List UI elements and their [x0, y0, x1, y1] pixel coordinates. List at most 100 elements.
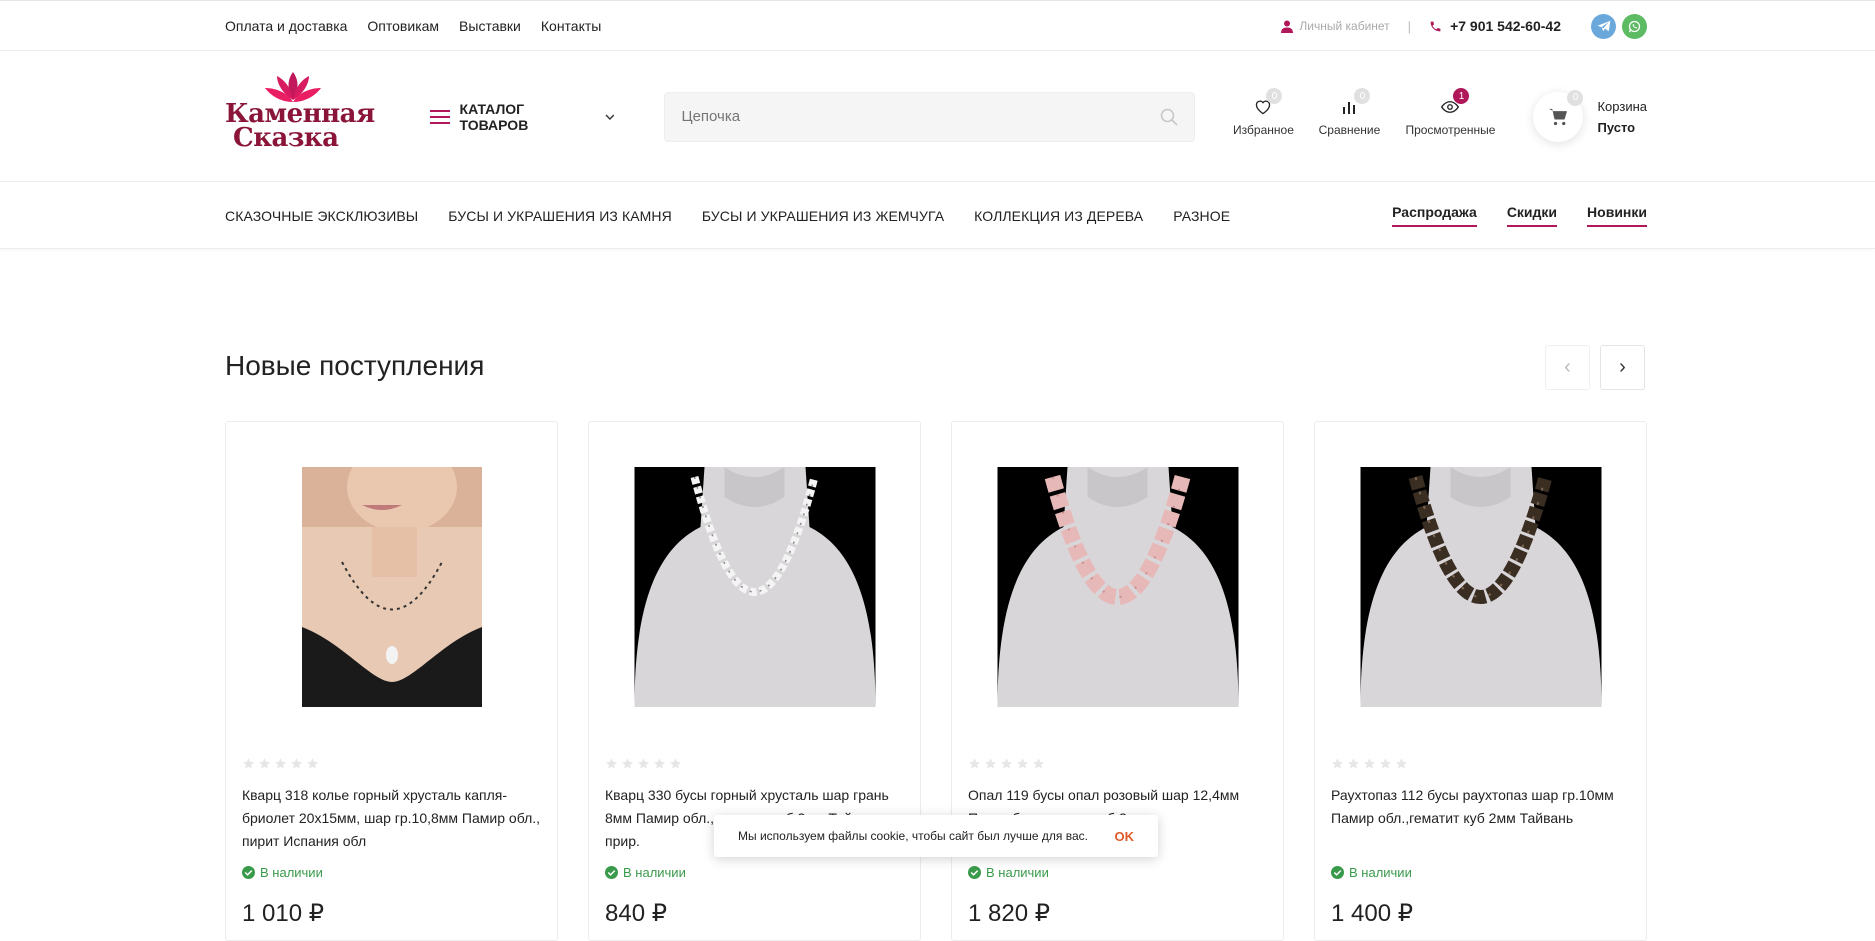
cart-icon — [1549, 108, 1568, 125]
user-icon — [1281, 20, 1294, 33]
cookie-ok-button[interactable]: OK — [1115, 829, 1135, 844]
link-delivery[interactable]: Оплата и доставка — [225, 18, 347, 34]
product-name[interactable]: Кварц 318 колье горный хрусталь капля-бр… — [242, 784, 541, 853]
star-icon — [275, 758, 286, 769]
site-logo[interactable]: Каменная Сказка — [225, 70, 378, 160]
divider: | — [1407, 18, 1412, 34]
star-icon — [670, 758, 681, 769]
nav-exclusives[interactable]: СКАЗОЧНЫЕ ЭКСКЛЮЗИВЫ — [225, 208, 418, 224]
stock-status: В наличии — [968, 865, 1049, 880]
star-icon — [291, 758, 302, 769]
product-card[interactable]: Опал 119 бусы опал розовый шар 12,4мм Пе… — [951, 421, 1284, 941]
catalog-button[interactable]: КАТАЛОГ ТОВАРОВ — [429, 100, 615, 133]
star-icon — [606, 758, 617, 769]
product-card[interactable]: Раухтопаз 112 бусы раухтопаз шар гр.10мм… — [1314, 421, 1647, 941]
product-card[interactable]: Кварц 318 колье горный хрусталь капля-бр… — [225, 421, 558, 941]
star-icon — [1332, 758, 1343, 769]
chevron-down-icon — [605, 114, 614, 120]
main-nav: СКАЗОЧНЫЕ ЭКСКЛЮЗИВЫ БУСЫ И УКРАШЕНИЯ ИЗ… — [0, 182, 1875, 249]
compare-label: Сравнение — [1318, 123, 1381, 137]
nav-new[interactable]: Новинки — [1587, 204, 1647, 227]
product-image[interactable] — [634, 467, 875, 707]
search-icon[interactable] — [1160, 108, 1179, 126]
star-icon — [1348, 758, 1359, 769]
check-circle-icon — [242, 866, 255, 879]
link-wholesale[interactable]: Оптовикам — [367, 18, 439, 34]
stock-label: В наличии — [986, 865, 1049, 880]
product-list: Кварц 318 колье горный хрусталь капля-бр… — [225, 421, 1647, 941]
cart-label: Корзина — [1597, 98, 1647, 114]
cart-count: 0 — [1567, 89, 1584, 106]
carousel-next-button[interactable]: › — [1600, 345, 1645, 390]
section-title: Новые поступления — [225, 350, 485, 381]
whatsapp-icon[interactable] — [1622, 13, 1647, 39]
compare-button[interactable]: 0 Сравнение — [1303, 88, 1395, 137]
bar-chart-icon — [1343, 102, 1356, 114]
nav-stone[interactable]: БУСЫ И УКРАШЕНИЯ ИЗ КАМНЯ — [448, 208, 672, 224]
phone-number: +7 901 542-60-42 — [1450, 18, 1561, 34]
carousel-prev-button[interactable]: ‹ — [1545, 345, 1590, 390]
nav-pearl[interactable]: БУСЫ И УКРАШЕНИЯ ИЗ ЖЕМЧУГА — [702, 208, 944, 224]
stock-label: В наличии — [1349, 865, 1412, 880]
rating-stars — [1331, 757, 1408, 770]
favorites-label: Избранное — [1233, 123, 1294, 137]
product-image[interactable] — [997, 467, 1238, 707]
star-icon — [1033, 758, 1044, 769]
star-icon — [1364, 758, 1375, 769]
logo-line-1: Каменная — [225, 98, 375, 129]
nav-sale[interactable]: Распродажа — [1392, 204, 1477, 227]
favorites-button[interactable]: 0 Избранное — [1223, 88, 1303, 137]
nav-wood[interactable]: КОЛЛЕКЦИЯ ИЗ ДЕРЕВА — [974, 208, 1143, 224]
rating-stars — [968, 757, 1045, 770]
search-bar — [664, 91, 1196, 142]
account-label: Личный кабинет — [1299, 19, 1390, 33]
rating-stars — [242, 757, 319, 770]
menu-icon — [429, 109, 450, 124]
check-circle-icon — [968, 866, 981, 879]
logo-line-2: Сказка — [233, 122, 339, 153]
star-icon — [1001, 758, 1012, 769]
star-icon — [1017, 758, 1028, 769]
star-icon — [654, 758, 665, 769]
top-bar: Оплата и доставка Оптовикам Выставки Кон… — [0, 0, 1875, 51]
stock-status: В наличии — [605, 865, 686, 880]
search-input[interactable] — [681, 108, 1161, 125]
product-image[interactable] — [301, 467, 482, 707]
star-icon — [622, 758, 633, 769]
telegram-icon[interactable] — [1591, 13, 1616, 39]
social-links — [1591, 13, 1647, 39]
star-icon — [969, 758, 980, 769]
favorites-count: 0 — [1266, 88, 1283, 104]
viewed-button[interactable]: 1 Просмотренные — [1395, 88, 1505, 137]
phone-link[interactable]: +7 901 542-60-42 — [1429, 18, 1561, 34]
star-icon — [1380, 758, 1391, 769]
star-icon — [638, 758, 649, 769]
stock-status: В наличии — [1331, 865, 1412, 880]
cart-button[interactable]: 0 Корзина Пусто — [1533, 89, 1647, 142]
viewed-count: 1 — [1453, 88, 1470, 104]
star-icon — [1396, 758, 1407, 769]
compare-count: 0 — [1354, 88, 1371, 104]
cookie-banner: Мы используем файлы cookie, чтобы сайт б… — [714, 815, 1158, 857]
nav-discounts[interactable]: Скидки — [1506, 204, 1558, 227]
cart-status: Пусто — [1597, 119, 1636, 135]
star-icon — [985, 758, 996, 769]
catalog-label: КАТАЛОГ ТОВАРОВ — [459, 100, 529, 133]
stock-label: В наличии — [623, 865, 686, 880]
product-image[interactable] — [1360, 467, 1601, 707]
star-icon — [307, 758, 318, 769]
rating-stars — [605, 757, 682, 770]
nav-misc[interactable]: РАЗНОЕ — [1173, 208, 1230, 224]
link-exhibitions[interactable]: Выставки — [459, 18, 521, 34]
cookie-text: Мы используем файлы cookie, чтобы сайт б… — [738, 829, 1089, 843]
star-icon — [243, 758, 254, 769]
header: Каменная Сказка КАТАЛОГ ТОВАРОВ 0 Избран… — [0, 51, 1875, 182]
link-contacts[interactable]: Контакты — [541, 18, 601, 34]
top-links: Оплата и доставка Оптовикам Выставки Кон… — [225, 18, 601, 34]
account-link[interactable]: Личный кабинет — [1281, 19, 1390, 33]
phone-icon — [1430, 21, 1441, 31]
product-card[interactable]: Кварц 330 бусы горный хрусталь шар грань… — [588, 421, 921, 941]
product-name[interactable]: Раухтопаз 112 бусы раухтопаз шар гр.10мм… — [1331, 784, 1630, 830]
star-icon — [259, 758, 270, 769]
viewed-label: Просмотренные — [1405, 123, 1496, 137]
